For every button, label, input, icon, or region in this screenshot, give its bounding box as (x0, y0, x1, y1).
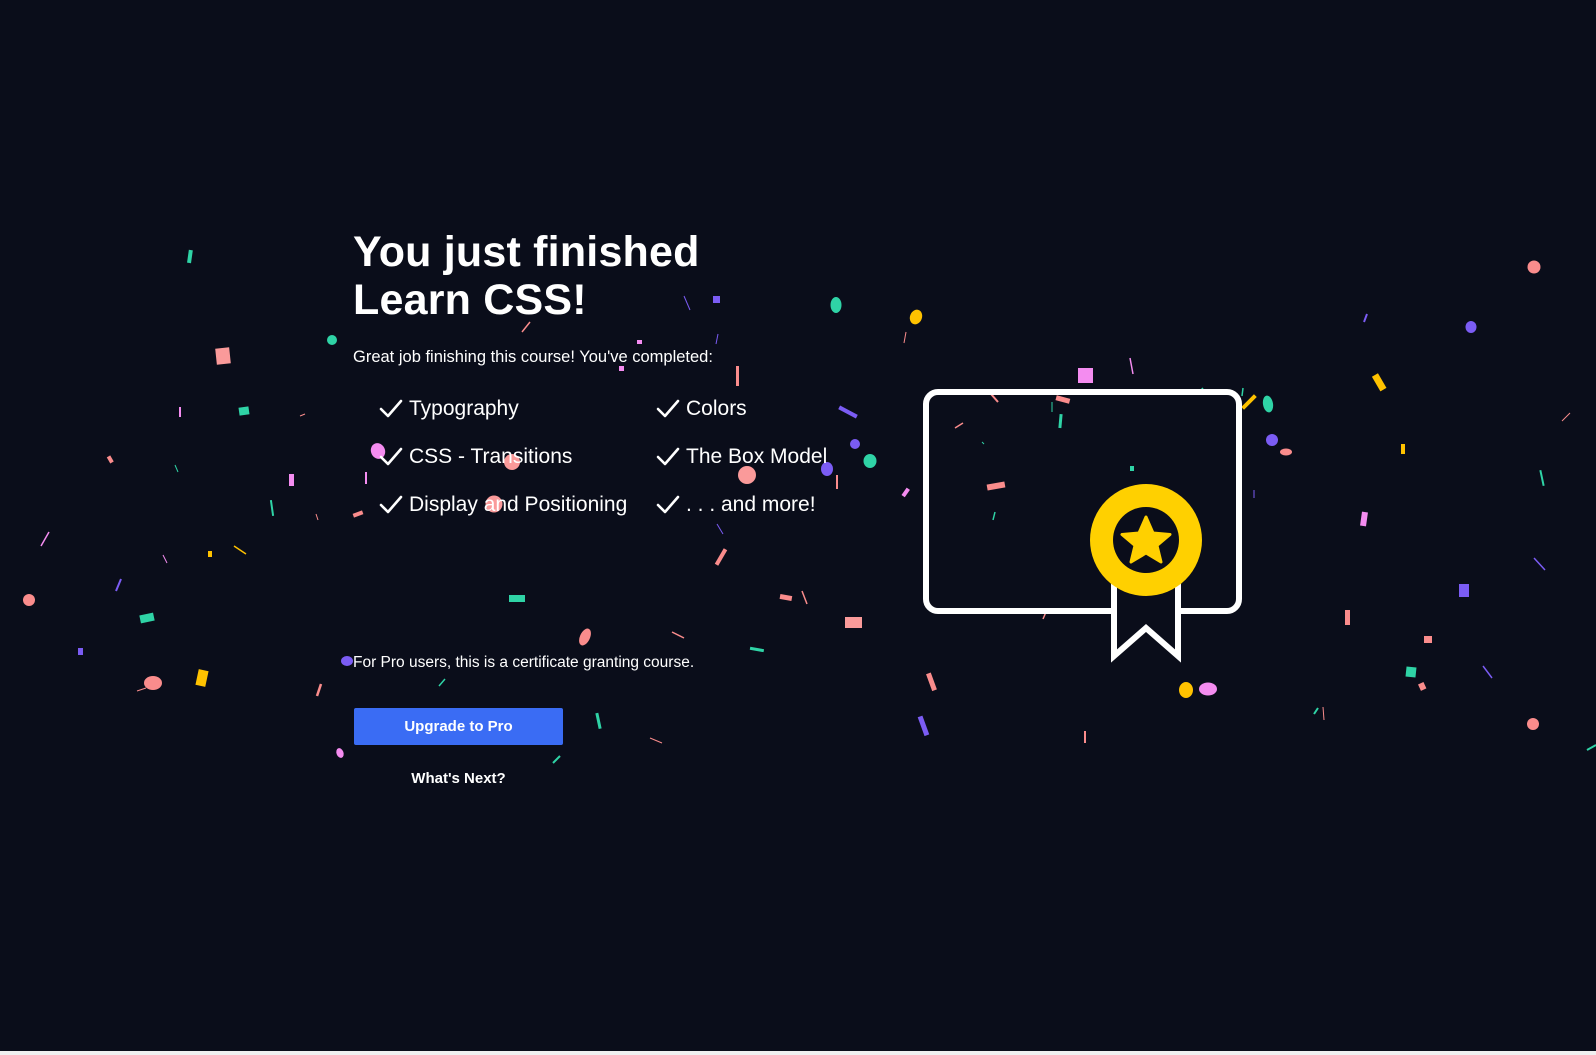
course-completion-page: You just finished Learn CSS! Great job f… (0, 0, 1596, 1055)
topic-box-model: The Box Model (656, 443, 856, 471)
whats-next-link[interactable]: What's Next? (354, 770, 563, 787)
bottom-divider (0, 1051, 1596, 1055)
headline-course-name: Learn CSS! (353, 276, 587, 324)
topic-css-transitions: CSS - Transitions (379, 443, 656, 471)
completion-content: You just finished Learn CSS! Great job f… (353, 228, 873, 519)
topic-colors: Colors (656, 395, 856, 423)
topic-typography: Typography (379, 395, 656, 423)
certificate-icon (923, 389, 1242, 663)
topic-label: CSS - Transitions (409, 445, 573, 468)
topic-label: Display and Positioning (409, 493, 628, 516)
completion-headline: You just finished Learn CSS! (353, 228, 873, 324)
checkmark-icon (656, 495, 680, 514)
checkmark-icon (379, 447, 403, 466)
topic-and-more: . . . and more! (656, 491, 856, 519)
completed-topics-list: Typography Colors CSS - Transitions The … (379, 395, 873, 519)
checkmark-icon (656, 399, 680, 418)
upgrade-to-pro-button[interactable]: Upgrade to Pro (354, 708, 563, 745)
pro-certificate-note: For Pro users, this is a certificate gra… (353, 654, 695, 671)
confetti-background (23, 249, 1596, 764)
topic-label: The Box Model (686, 445, 828, 468)
headline-line-1: You just finished (353, 228, 700, 276)
topic-label: Typography (409, 397, 519, 420)
topic-label: . . . and more! (686, 493, 816, 516)
checkmark-icon (379, 495, 403, 514)
topic-display-positioning: Display and Positioning (379, 491, 656, 519)
topic-label: Colors (686, 397, 747, 420)
checkmark-icon (379, 399, 403, 418)
completion-subtitle: Great job finishing this course! You've … (353, 348, 713, 366)
award-ribbon-icon (1090, 484, 1202, 663)
checkmark-icon (656, 447, 680, 466)
